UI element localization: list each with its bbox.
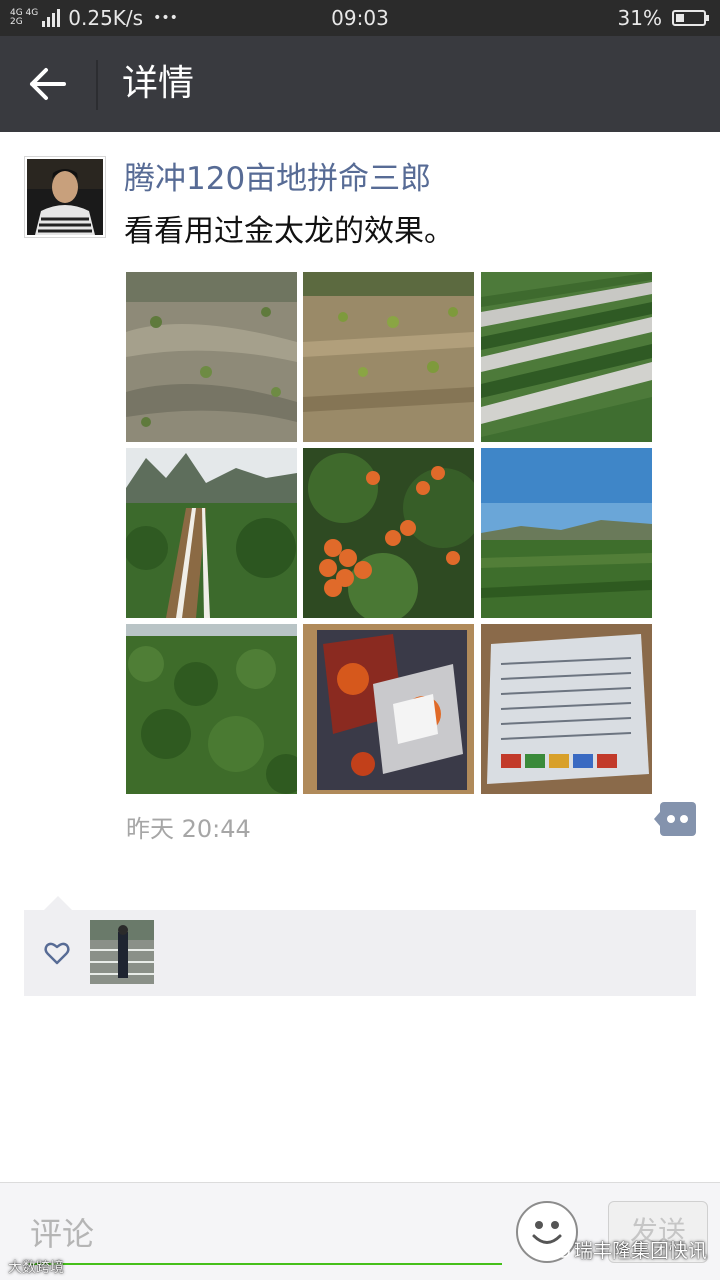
photo-thumbnail[interactable] <box>126 272 297 442</box>
avatar-image <box>27 159 103 235</box>
photo-thumbnail[interactable] <box>481 624 652 794</box>
title-bar: 详情 <box>0 36 720 132</box>
author-name[interactable]: 腾冲120亩地拼命三郎 <box>124 158 431 200</box>
wechat-logo-icon <box>550 1241 570 1258</box>
battery-fill <box>676 14 684 22</box>
photo-thumbnail[interactable] <box>481 448 652 618</box>
comment-bar: 发送 <box>0 1182 720 1280</box>
comment-action-button[interactable] <box>654 802 696 838</box>
clock: 09:03 <box>331 6 389 30</box>
status-right: 31% <box>617 6 709 30</box>
photo-grid <box>126 272 652 794</box>
title-divider <box>96 60 98 110</box>
arrow-left-icon <box>30 68 66 100</box>
watermark-right-text: 瑞丰隆集团快讯 <box>574 1240 708 1262</box>
likes-panel <box>24 910 696 996</box>
battery-icon <box>672 10 709 26</box>
status-bar: 4G 4G 2G 0.25K/s ••• 09:03 31% <box>0 0 720 36</box>
photo-thumbnail[interactable] <box>481 272 652 442</box>
post-text: 看看用过金太龙的效果。 <box>124 214 454 249</box>
watermark-left: 大数跨境 <box>8 1260 64 1276</box>
photo-thumbnail[interactable] <box>303 272 474 442</box>
photo-thumbnail[interactable] <box>303 448 474 618</box>
page-title: 详情 <box>122 63 195 104</box>
comment-input[interactable] <box>28 1205 502 1265</box>
author-avatar[interactable] <box>24 156 106 238</box>
likes-pointer <box>44 896 72 910</box>
photo-thumbnail[interactable] <box>303 624 474 794</box>
battery-percent: 31% <box>617 6 662 30</box>
heart-outline-icon <box>44 942 70 965</box>
photo-thumbnail[interactable] <box>126 448 297 618</box>
watermark-right: 瑞丰隆集团快讯 <box>550 1236 707 1263</box>
back-button[interactable] <box>26 64 70 104</box>
liker-avatar[interactable] <box>90 920 154 984</box>
photo-thumbnail[interactable] <box>126 624 297 794</box>
more-dots-icon <box>654 802 696 836</box>
post-time: 昨天 20:44 <box>126 815 251 843</box>
